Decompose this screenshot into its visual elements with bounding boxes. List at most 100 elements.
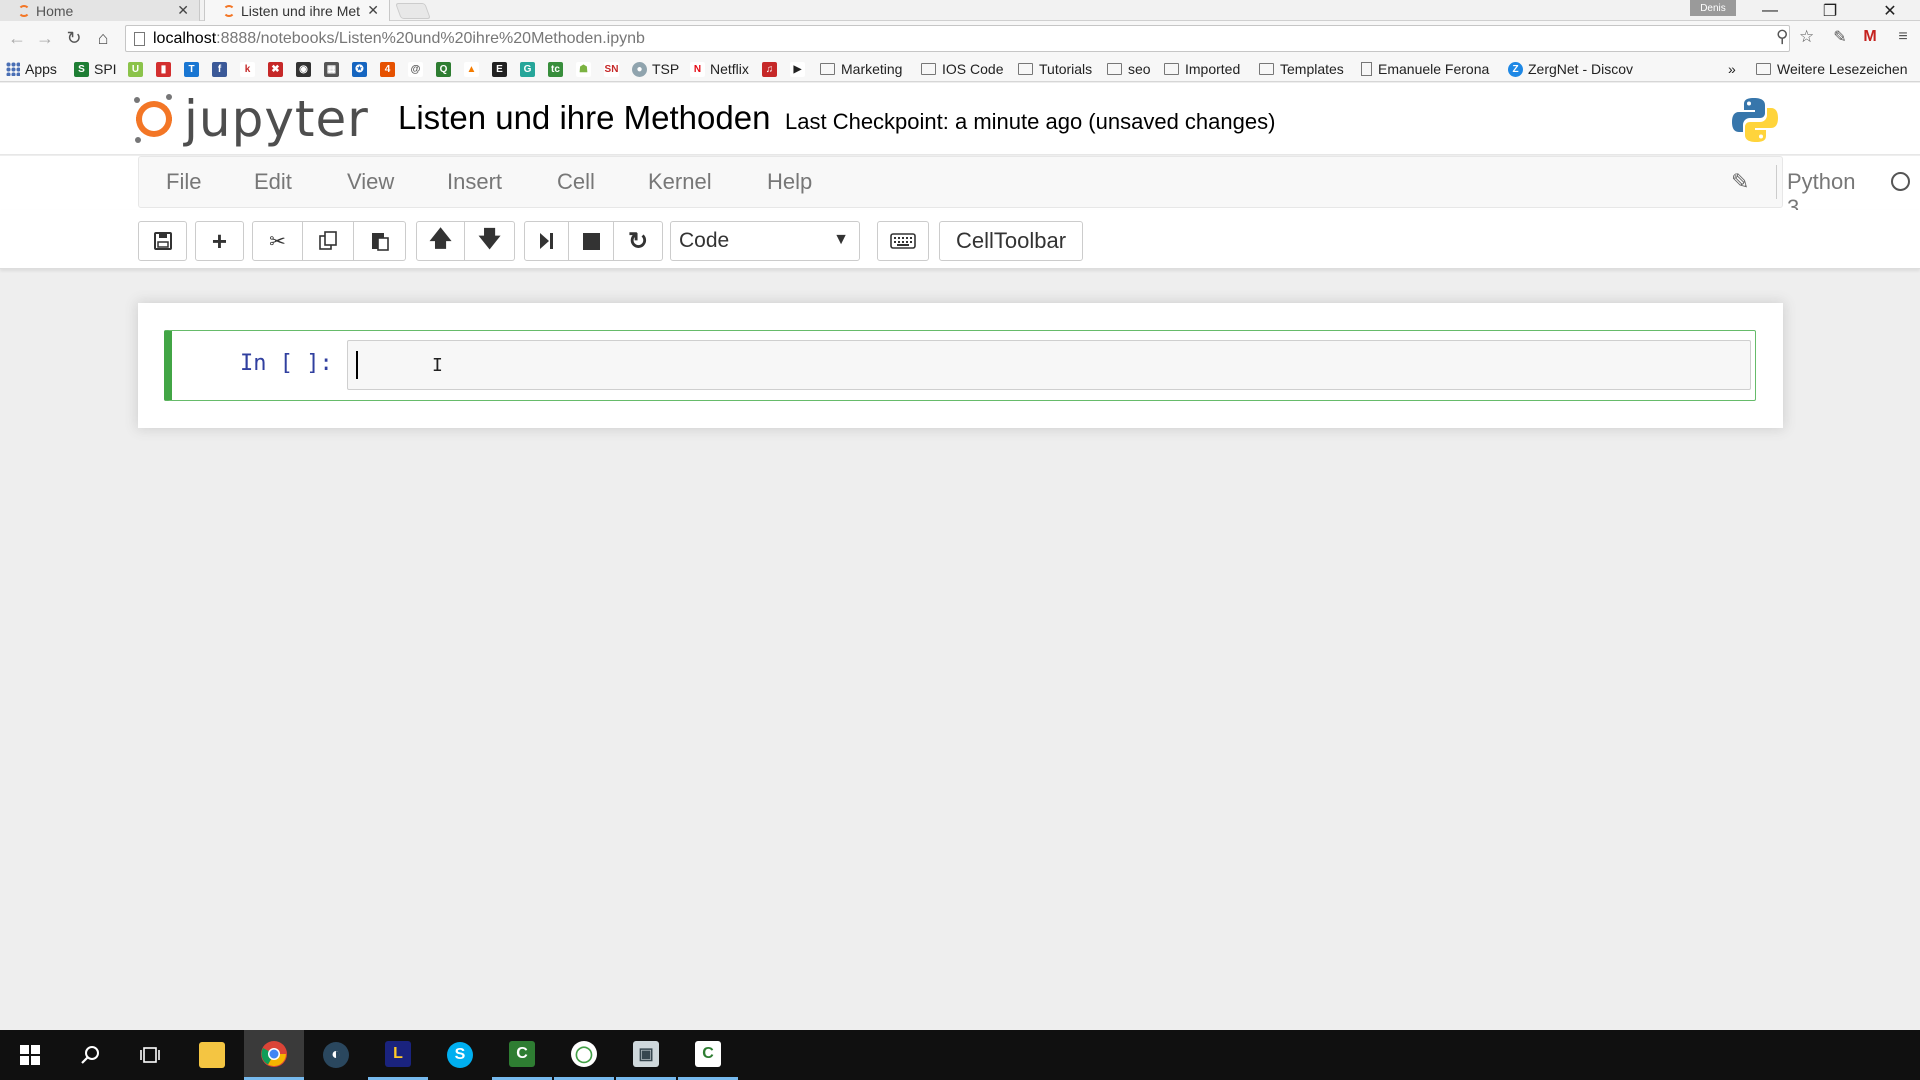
bookmark-emanuele[interactable]: Emanuele Ferona bbox=[1361, 59, 1489, 79]
bookmark-star-icon[interactable]: ☆ bbox=[1799, 27, 1814, 47]
taskbar-explorer[interactable] bbox=[182, 1030, 242, 1080]
bookmark-folder-imported[interactable]: Imported bbox=[1164, 59, 1240, 79]
bookmark-4-icon[interactable]: 4 bbox=[380, 62, 395, 77]
extension-eyedropper-icon[interactable]: ✎ bbox=[1830, 27, 1850, 47]
taskbar-steam[interactable]: ◐ bbox=[306, 1030, 366, 1080]
cut-button[interactable]: ✂ bbox=[252, 221, 303, 261]
taskbar-recorder[interactable]: ◯ bbox=[554, 1030, 614, 1080]
reload-icon[interactable]: ↻ bbox=[63, 27, 85, 49]
cell-type-select[interactable]: Code ▼ bbox=[670, 221, 860, 261]
bookmark-folder-marketing[interactable]: Marketing bbox=[820, 59, 902, 79]
chrome-menu-icon[interactable]: ≡ bbox=[1893, 27, 1913, 47]
bookmark-folder-templates[interactable]: Templates bbox=[1259, 59, 1344, 79]
profile-badge[interactable]: Denis bbox=[1690, 0, 1736, 16]
taskbar-chrome[interactable] bbox=[244, 1030, 304, 1080]
folder-icon bbox=[1107, 63, 1122, 75]
copy-button[interactable] bbox=[303, 221, 354, 261]
celltoolbar-button[interactable]: CellToolbar bbox=[939, 221, 1083, 261]
notebook-name[interactable]: Listen und ihre Methoden bbox=[398, 99, 770, 137]
bookmark-music-icon[interactable]: ♫ bbox=[762, 62, 777, 77]
code-input[interactable]: I bbox=[347, 340, 1751, 390]
chevron-down-icon: ▼ bbox=[833, 231, 849, 248]
bookmark-u-icon[interactable]: U bbox=[128, 62, 143, 77]
bookmark-e-icon[interactable]: E bbox=[492, 62, 507, 77]
bookmark-drive-icon[interactable]: ▲ bbox=[464, 62, 479, 77]
bookmark-zergnet[interactable]: Z ZergNet - Discov bbox=[1508, 59, 1633, 79]
bookmark-tc-icon[interactable]: tc bbox=[548, 62, 563, 77]
url-host: localhost bbox=[153, 29, 217, 47]
bookmark-apps[interactable]: Apps bbox=[6, 59, 57, 79]
search-button[interactable] bbox=[60, 1030, 120, 1080]
bookmark-netflix[interactable]: N Netflix bbox=[690, 59, 749, 79]
taskbar-camtasia-2[interactable]: C bbox=[678, 1030, 738, 1080]
run-icon bbox=[539, 233, 553, 249]
taskbar-app-l[interactable]: L bbox=[368, 1030, 428, 1080]
save-button[interactable] bbox=[138, 221, 187, 261]
bookmark-android-icon[interactable]: ☗ bbox=[576, 62, 591, 77]
bookmark-camera-icon[interactable]: ◉ bbox=[296, 62, 311, 77]
menu-insert[interactable]: Insert bbox=[447, 169, 502, 195]
page-icon bbox=[134, 31, 145, 46]
bookmark-red-icon[interactable]: ▮ bbox=[156, 62, 171, 77]
plus-icon: + bbox=[211, 225, 228, 256]
menu-view[interactable]: View bbox=[347, 169, 394, 195]
bookmark-label: seo bbox=[1128, 61, 1151, 77]
insert-cell-button[interactable]: + bbox=[195, 221, 244, 261]
paste-button[interactable] bbox=[354, 221, 406, 261]
jupyter-logo[interactable]: jupyter bbox=[134, 89, 369, 149]
bookmark-folder-seo[interactable]: seo bbox=[1107, 59, 1151, 79]
bookmark-grid-icon[interactable]: ▦ bbox=[324, 62, 339, 77]
bookmarks-overflow-chevron[interactable]: » bbox=[1728, 59, 1736, 79]
bookmark-g-icon[interactable]: G bbox=[520, 62, 535, 77]
taskbar-skype[interactable]: S bbox=[430, 1030, 490, 1080]
taskbar-window[interactable]: ▣ bbox=[616, 1030, 676, 1080]
browser-tab-strip: Home ✕ Listen und ihre Meth ✕ Denis — ❐ … bbox=[0, 0, 1920, 21]
back-icon[interactable]: ← bbox=[6, 27, 28, 49]
close-tab-icon[interactable]: ✕ bbox=[177, 2, 189, 19]
task-view-button[interactable] bbox=[120, 1030, 180, 1080]
interrupt-button[interactable] bbox=[569, 221, 614, 261]
bookmark-folder-other[interactable]: Weitere Lesezeichen bbox=[1756, 59, 1907, 79]
bookmark-at-icon[interactable]: @ bbox=[408, 62, 423, 77]
bookmark-tsp[interactable]: ● TSP bbox=[632, 59, 679, 79]
bookmark-trello-icon[interactable]: T bbox=[184, 62, 199, 77]
gmail-extension-icon[interactable]: M bbox=[1860, 27, 1880, 47]
new-tab-button[interactable] bbox=[395, 3, 431, 19]
bookmark-spi[interactable]: S SPI bbox=[74, 59, 117, 79]
tab-notebook[interactable]: Listen und ihre Meth ✕ bbox=[204, 0, 390, 21]
code-cell[interactable]: In [ ]: I bbox=[164, 330, 1756, 401]
restart-kernel-button[interactable]: ↻ bbox=[614, 221, 663, 261]
home-icon[interactable]: ⌂ bbox=[92, 27, 114, 49]
bookmark-play-icon[interactable]: ▶ bbox=[790, 62, 805, 77]
tab-home[interactable]: Home ✕ bbox=[0, 0, 200, 21]
start-button[interactable] bbox=[0, 1030, 60, 1080]
run-button[interactable] bbox=[524, 221, 569, 261]
menu-edit[interactable]: Edit bbox=[254, 169, 292, 195]
pencil-icon[interactable]: ✎ bbox=[1731, 169, 1749, 195]
close-window-icon[interactable]: ✕ bbox=[1866, 0, 1914, 21]
forward-icon[interactable]: → bbox=[34, 27, 56, 49]
restore-icon[interactable]: ❐ bbox=[1806, 0, 1854, 21]
bookmark-folder-ios-code[interactable]: IOS Code bbox=[921, 59, 1003, 79]
bookmark-label: SPI bbox=[94, 61, 117, 77]
move-up-button[interactable]: 🡅 bbox=[416, 221, 465, 261]
bookmark-star-badge-icon[interactable]: ✪ bbox=[352, 62, 367, 77]
menu-cell[interactable]: Cell bbox=[557, 169, 595, 195]
address-bar[interactable]: localhost:8888/notebooks/Listen%20und%20… bbox=[125, 25, 1790, 52]
menu-kernel[interactable]: Kernel bbox=[648, 169, 712, 195]
menu-file[interactable]: File bbox=[166, 169, 201, 195]
bookmark-facebook-icon[interactable]: f bbox=[212, 62, 227, 77]
command-palette-button[interactable] bbox=[877, 221, 929, 261]
bookmark-sn-icon[interactable]: SN bbox=[604, 62, 619, 77]
bookmark-k-icon[interactable]: k bbox=[240, 62, 255, 77]
notebook-container: In [ ]: I bbox=[138, 303, 1783, 428]
bookmark-folder-tutorials[interactable]: Tutorials bbox=[1018, 59, 1092, 79]
taskbar-camtasia[interactable]: C bbox=[492, 1030, 552, 1080]
bookmark-q-icon[interactable]: Q bbox=[436, 62, 451, 77]
zoom-icon[interactable]: ⚲ bbox=[1776, 27, 1788, 47]
close-tab-icon[interactable]: ✕ bbox=[367, 2, 379, 19]
move-down-button[interactable]: 🡇 bbox=[465, 221, 515, 261]
minimize-icon[interactable]: — bbox=[1746, 0, 1794, 21]
menu-help[interactable]: Help bbox=[767, 169, 812, 195]
bookmark-x-icon[interactable]: ✖ bbox=[268, 62, 283, 77]
